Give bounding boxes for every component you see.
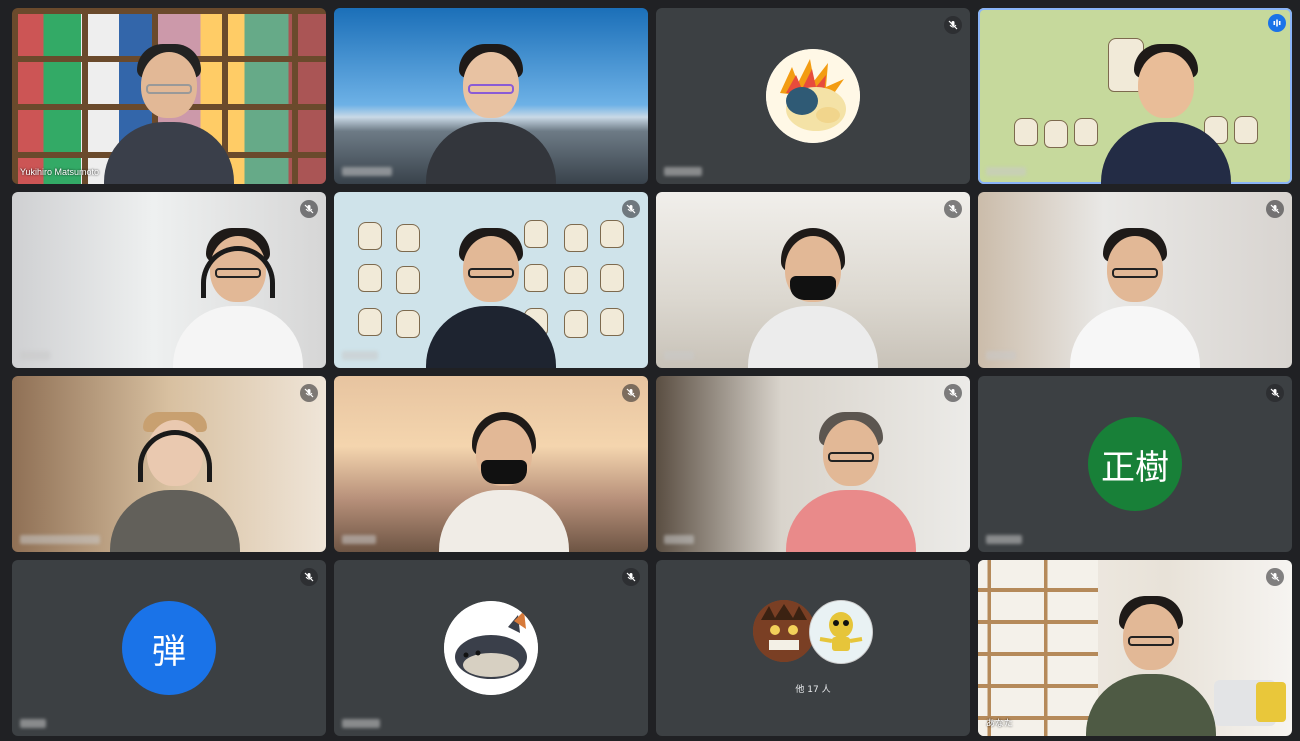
mic-off-icon xyxy=(1266,384,1284,402)
participant-name-redacted xyxy=(664,535,694,544)
participant-name-redacted xyxy=(986,535,1022,544)
participant-tile-7[interactable] xyxy=(656,192,970,368)
participant-video xyxy=(1070,218,1200,368)
speaking-indicator-icon xyxy=(1268,14,1286,32)
participant-tile-others[interactable]: 他 17 人 xyxy=(656,560,970,736)
participant-name-redacted xyxy=(20,719,46,728)
participant-tile-4[interactable] xyxy=(978,8,1292,184)
participant-name-redacted xyxy=(342,719,380,728)
participant-video xyxy=(426,218,556,368)
participant-name-redacted xyxy=(20,351,50,360)
robot-avatar-icon xyxy=(809,600,873,664)
participant-tile-6[interactable] xyxy=(334,192,648,368)
mic-off-icon xyxy=(944,200,962,218)
mic-off-icon xyxy=(944,384,962,402)
participant-name-redacted xyxy=(20,535,100,544)
mic-off-icon xyxy=(1266,568,1284,586)
initial-avatar: 弾 xyxy=(122,601,216,695)
participant-video xyxy=(438,402,569,552)
participant-video xyxy=(426,34,556,184)
participant-tile-1[interactable]: Yukihiro Matsumoto xyxy=(12,8,326,184)
participant-tile-self[interactable]: あなた xyxy=(978,560,1292,736)
shiba-dog-icon xyxy=(444,601,538,695)
participant-video xyxy=(104,34,234,184)
fire-mouse-icon xyxy=(766,49,860,143)
initial-avatar: 正樹 xyxy=(1088,417,1182,511)
participant-video xyxy=(748,218,878,368)
mic-off-icon xyxy=(622,200,640,218)
mic-off-icon xyxy=(1266,200,1284,218)
participant-name: Yukihiro Matsumoto xyxy=(20,167,100,177)
mic-off-icon xyxy=(944,16,962,34)
participant-tile-9[interactable] xyxy=(12,376,326,552)
mic-off-icon xyxy=(622,568,640,586)
participant-video xyxy=(173,218,304,368)
mic-off-icon xyxy=(300,568,318,586)
participant-grid: Yukihiro Matsumoto 正樹 弾 他 17 人 あなた xyxy=(12,8,1292,736)
participant-video xyxy=(785,402,916,552)
participant-name-redacted xyxy=(342,351,378,360)
participant-tile-10[interactable] xyxy=(334,376,648,552)
participant-name-redacted xyxy=(664,351,694,360)
participant-name-redacted xyxy=(342,167,392,176)
participant-video xyxy=(1085,586,1216,736)
mic-off-icon xyxy=(300,384,318,402)
participant-video xyxy=(1101,34,1232,184)
participant-tile-13[interactable]: 弾 xyxy=(12,560,326,736)
participant-tile-8[interactable] xyxy=(978,192,1292,368)
participant-name-redacted xyxy=(664,167,702,176)
participant-tile-11[interactable] xyxy=(656,376,970,552)
mic-off-icon xyxy=(300,200,318,218)
participant-name-redacted xyxy=(342,535,376,544)
participant-tile-12[interactable]: 正樹 xyxy=(978,376,1292,552)
participant-tile-14[interactable] xyxy=(334,560,648,736)
participant-name-redacted xyxy=(986,351,1016,360)
participant-video xyxy=(110,402,241,552)
participant-tile-3[interactable] xyxy=(656,8,970,184)
participant-tile-2[interactable] xyxy=(334,8,648,184)
participant-name: あなた xyxy=(986,718,1014,728)
others-avatar-group xyxy=(753,600,873,664)
mic-off-icon xyxy=(622,384,640,402)
participant-name-redacted xyxy=(986,167,1026,176)
mask-avatar-icon xyxy=(753,600,815,662)
participant-tile-5[interactable] xyxy=(12,192,326,368)
others-count-label: 他 17 人 xyxy=(795,685,831,695)
